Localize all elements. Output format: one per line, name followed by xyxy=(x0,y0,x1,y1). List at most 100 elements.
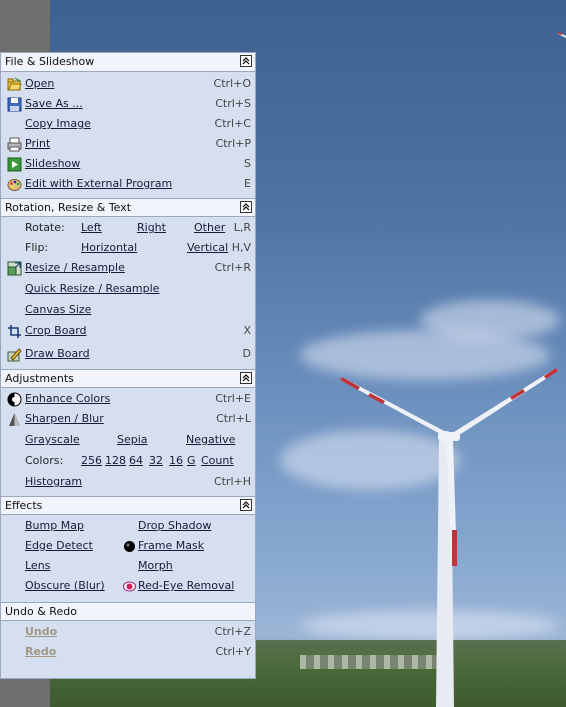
section-title: File & Slideshow xyxy=(5,55,95,68)
collapse-icon[interactable] xyxy=(240,55,252,67)
shortcut: E xyxy=(244,177,251,190)
sepia-link[interactable]: Sepia xyxy=(117,430,148,450)
drop-shadow-link[interactable]: Drop Shadow xyxy=(138,516,211,536)
collapse-icon[interactable] xyxy=(240,201,252,213)
negative-link[interactable]: Negative xyxy=(186,430,235,450)
shortcut: Ctrl+E xyxy=(215,392,251,405)
save-as-label[interactable]: Save As ... xyxy=(25,94,83,114)
colors-32-link[interactable]: 32 xyxy=(149,451,163,471)
open-folder-icon xyxy=(7,77,22,91)
obscure-blur-link[interactable]: Obscure (Blur) xyxy=(25,576,105,596)
slideshow-label[interactable]: Slideshow xyxy=(25,154,80,174)
rotate-left-link[interactable]: Left xyxy=(81,218,102,238)
small-turbine-photo xyxy=(557,32,566,38)
shortcut: Ctrl+H xyxy=(213,475,251,488)
rotate-lead: Rotate: xyxy=(25,221,65,234)
colors-row: Colors: 256 128 64 32 16 G Count xyxy=(1,451,255,472)
redo-label[interactable]: Redo xyxy=(25,642,56,662)
menu-item-histogram[interactable]: Histogram Ctrl+H xyxy=(1,472,255,493)
menu-item-resize[interactable]: Resize / Resample Ctrl+R xyxy=(1,258,255,279)
grayscale-sepia-negative-row: Grayscale Sepia Negative xyxy=(1,430,255,451)
effects-row-2: Edge Detect Frame Mask xyxy=(1,536,255,556)
menu-item-copy-image[interactable]: Copy Image Ctrl+C xyxy=(1,114,255,134)
section-title: Undo & Redo xyxy=(5,605,77,618)
menu-item-sharpen-blur[interactable]: Sharpen / Blur Ctrl+L xyxy=(1,409,255,430)
menu-item-save-as[interactable]: Save As ... Ctrl+S xyxy=(1,94,255,114)
menu-item-enhance-colors[interactable]: Enhance Colors Ctrl+E xyxy=(1,389,255,409)
edit-external-label[interactable]: Edit with External Program xyxy=(25,174,172,194)
menu-item-crop-board[interactable]: Crop Board X xyxy=(1,321,255,344)
menu-item-draw-board[interactable]: Draw Board D xyxy=(1,344,255,367)
menu-item-canvas-size[interactable]: Canvas Size xyxy=(1,300,255,321)
crop-board-label[interactable]: Crop Board xyxy=(25,321,87,341)
flip-lead: Flip: xyxy=(25,241,49,254)
effects-row-4: Obscure (Blur) Red-Eye Removal xyxy=(1,576,255,596)
colors-g-link[interactable]: G xyxy=(187,451,196,471)
menu-item-open[interactable]: Open Ctrl+O xyxy=(1,74,255,94)
edge-detect-link[interactable]: Edge Detect xyxy=(25,536,93,556)
frame-mask-link[interactable]: Frame Mask xyxy=(138,536,204,556)
colors-16-link[interactable]: 16 xyxy=(169,451,183,471)
grayscale-link[interactable]: Grayscale xyxy=(25,430,80,450)
shortcut: L,R xyxy=(233,221,251,234)
section-title: Effects xyxy=(5,499,43,512)
shortcut: S xyxy=(244,157,251,170)
colors-64-link[interactable]: 64 xyxy=(129,451,143,471)
frame-mask-icon xyxy=(124,541,135,552)
menu-item-quick-resize[interactable]: Quick Resize / Resample xyxy=(1,279,255,300)
rotate-right-link[interactable]: Right xyxy=(137,218,166,238)
section-header-undo-redo[interactable]: Undo & Redo xyxy=(1,602,255,621)
canvas-size-label[interactable]: Canvas Size xyxy=(25,300,91,320)
slideshow-icon xyxy=(7,157,22,172)
draw-pencil-icon xyxy=(7,348,22,362)
menu-item-slideshow[interactable]: Slideshow S xyxy=(1,154,255,174)
section-header-adjustments[interactable]: Adjustments xyxy=(1,369,255,388)
menu-item-print[interactable]: Print Ctrl+P xyxy=(1,134,255,154)
shortcut: Ctrl+P xyxy=(215,137,251,150)
shortcut: D xyxy=(242,347,251,360)
open-label[interactable]: Open xyxy=(25,74,54,94)
bump-map-link[interactable]: Bump Map xyxy=(25,516,84,536)
shortcut: H,V xyxy=(231,241,251,254)
wind-turbine-photo xyxy=(340,368,558,707)
section-title: Rotation, Resize & Text xyxy=(5,201,132,214)
sharpen-blur-label[interactable]: Sharpen / Blur xyxy=(25,409,104,429)
histogram-label[interactable]: Histogram xyxy=(25,472,82,492)
shortcut: Ctrl+Y xyxy=(215,645,251,658)
flip-horizontal-link[interactable]: Horizontal xyxy=(81,238,137,258)
resize-icon xyxy=(7,261,22,276)
effects-row-1: Bump Map Drop Shadow xyxy=(1,516,255,536)
section-header-file-slideshow[interactable]: File & Slideshow xyxy=(1,53,255,72)
undo-label[interactable]: Undo xyxy=(25,622,57,642)
copy-image-label[interactable]: Copy Image xyxy=(25,114,91,134)
quick-resize-label[interactable]: Quick Resize / Resample xyxy=(25,279,159,299)
draw-board-label[interactable]: Draw Board xyxy=(25,344,90,364)
menu-item-edit-external[interactable]: Edit with External Program E xyxy=(1,174,255,194)
print-label[interactable]: Print xyxy=(25,134,50,154)
resize-label[interactable]: Resize / Resample xyxy=(25,258,125,278)
shortcut: Ctrl+C xyxy=(214,117,251,130)
palette-icon xyxy=(7,179,22,191)
collapse-icon[interactable] xyxy=(240,372,252,384)
red-eye-removal-link[interactable]: Red-Eye Removal xyxy=(138,576,234,596)
enhance-colors-label[interactable]: Enhance Colors xyxy=(25,389,110,409)
colors-lead: Colors: xyxy=(25,454,64,467)
flip-vertical-link[interactable]: Vertical xyxy=(187,238,228,258)
shortcut: X xyxy=(243,324,251,337)
shortcut: Ctrl+L xyxy=(216,412,251,425)
shortcut: Ctrl+S xyxy=(215,97,251,110)
shortcut: Ctrl+O xyxy=(213,77,251,90)
section-header-rotation[interactable]: Rotation, Resize & Text xyxy=(1,198,255,217)
rotate-other-link[interactable]: Other xyxy=(194,218,225,238)
menu-item-undo[interactable]: Undo Ctrl+Z xyxy=(1,622,255,642)
save-disk-icon xyxy=(7,97,22,112)
cloud xyxy=(420,300,560,340)
lens-link[interactable]: Lens xyxy=(25,556,50,576)
collapse-icon[interactable] xyxy=(240,499,252,511)
colors-256-link[interactable]: 256 xyxy=(81,451,102,471)
section-header-effects[interactable]: Effects xyxy=(1,496,255,515)
menu-item-redo[interactable]: Redo Ctrl+Y xyxy=(1,642,255,662)
morph-link[interactable]: Morph xyxy=(138,556,173,576)
colors-128-link[interactable]: 128 xyxy=(105,451,126,471)
colors-count-link[interactable]: Count xyxy=(201,451,234,471)
